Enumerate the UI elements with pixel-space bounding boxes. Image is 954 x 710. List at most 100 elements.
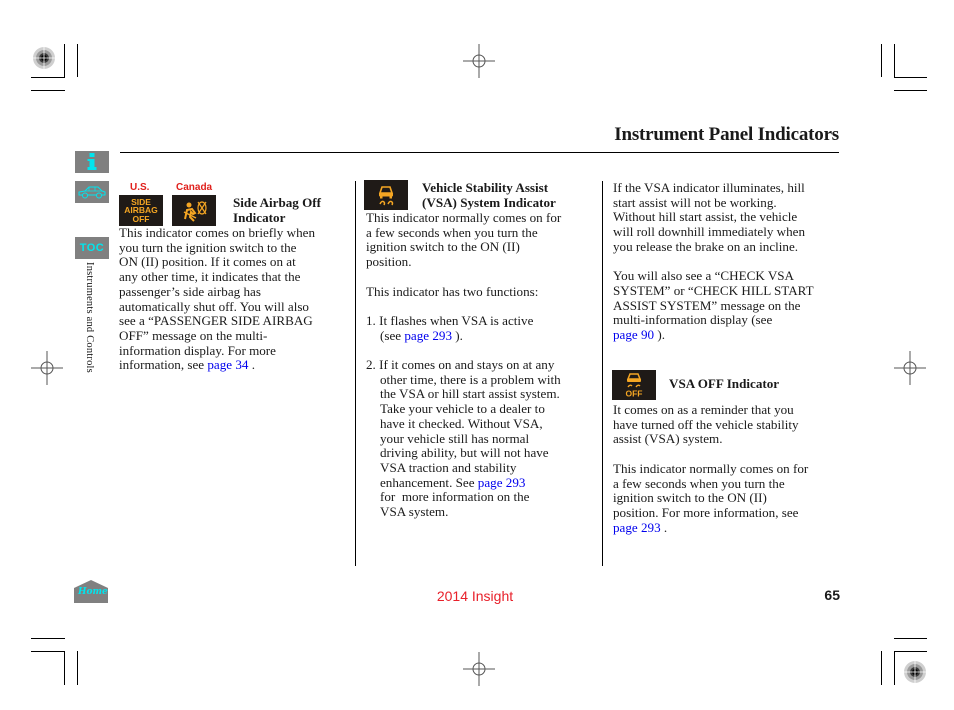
crop-line xyxy=(64,44,65,78)
body-line: This indicator normally comes on for xyxy=(366,210,562,225)
list-item-line: Take your vehicle to a dealer to xyxy=(380,401,545,417)
crop-line xyxy=(77,44,78,77)
list-item-line: have it checked. Without VSA, xyxy=(380,415,543,431)
section-label: Instruments and Controls xyxy=(84,262,95,373)
list-item-line: for more information on the xyxy=(380,489,530,505)
crop-line xyxy=(894,638,927,639)
vsa-off-indicator: OFF xyxy=(612,370,656,400)
heading-line: Side Airbag Off xyxy=(233,195,322,210)
heading-line: Vehicle Stability Assist xyxy=(422,180,549,195)
crop-line xyxy=(77,651,78,685)
side-airbag-off-indicator-us: SIDE AIRBAG OFF xyxy=(119,195,163,226)
vsa-off-text: OFF xyxy=(626,389,643,399)
body-line: information, see page 34 . xyxy=(119,357,354,373)
body-line: This indicator comes on briefly when xyxy=(119,225,315,240)
body-line: you turn the ignition switch to the xyxy=(119,239,297,255)
page-34-link[interactable]: page 34 xyxy=(207,357,248,372)
page-90-link[interactable]: page 90 xyxy=(613,327,654,342)
crop-line xyxy=(894,651,895,685)
car-icon xyxy=(78,186,106,199)
list-item-line: VSA traction and stability xyxy=(380,459,517,475)
list-item-line: the VSA or hill start assist system. xyxy=(380,386,560,402)
page-293-link[interactable]: page 293 xyxy=(613,520,661,535)
body-line: This indicator normally comes on for xyxy=(613,460,809,476)
crop-line xyxy=(894,44,895,78)
body-line: passenger’s side airbag has xyxy=(119,283,261,299)
home-button[interactable]: Home xyxy=(74,580,108,603)
body-line: SYSTEM” or “CHECK HILL START xyxy=(613,282,814,298)
vsa-off-icon: OFF xyxy=(626,373,643,399)
list-item-line: 1. It flashes when VSA is active xyxy=(366,312,534,328)
list-item-line: (see page 293 ). xyxy=(366,327,598,344)
registration-target-icon xyxy=(33,47,55,69)
side-airbag-off-heading: Side Airbag Off Indicator xyxy=(233,195,353,225)
vsa-skid-icon xyxy=(378,186,394,206)
page-293-link[interactable]: page 293 xyxy=(478,475,526,490)
body-line: assist (VSA) system. xyxy=(613,431,723,447)
body-line: Without hill start assist, the vehicle xyxy=(613,209,798,225)
body-line: position. For more information, see xyxy=(613,504,799,520)
body-text: . xyxy=(660,519,668,535)
body-line: page 90 ). xyxy=(613,327,845,343)
body-text: (see xyxy=(380,327,405,343)
toc-button[interactable]: TOC xyxy=(75,237,109,259)
footer-model-name: 2014 Insight xyxy=(436,588,514,604)
body-line: will roll downhill immediately when xyxy=(613,224,806,240)
column-divider xyxy=(355,181,356,566)
crosshair-mark-icon xyxy=(31,351,63,385)
crop-line xyxy=(881,651,882,685)
body-line: have turned off the vehicle stability xyxy=(613,416,799,432)
crosshair-mark-icon xyxy=(894,351,926,385)
body-line: ASSIST SYSTEM” message on the xyxy=(613,297,801,313)
toc-label: TOC xyxy=(79,242,105,254)
body-line: you release the brake on an incline. xyxy=(613,238,799,254)
vehicle-controls-button[interactable] xyxy=(75,181,109,203)
body-line: If the VSA indicator illuminates, hill xyxy=(613,180,805,195)
side-airbag-off-indicator-canada xyxy=(172,195,216,226)
body-line: position. xyxy=(366,254,412,270)
vsa-off-heading: VSA OFF Indicator xyxy=(669,376,780,391)
page-293-link[interactable]: page 293 xyxy=(404,328,452,343)
heading-line: Indicator xyxy=(233,209,286,225)
title-divider xyxy=(120,152,839,153)
side-airbag-off-body: This indicator comes on briefly when you… xyxy=(119,225,354,373)
info-icon xyxy=(87,153,97,170)
body-line: information display. For more xyxy=(119,342,276,358)
list-item-line: enhancement. See page 293 xyxy=(366,474,598,491)
body-text: enhancement. See xyxy=(380,474,478,490)
home-label: Home xyxy=(78,587,108,597)
heading-line: (VSA) System Indicator xyxy=(422,194,556,210)
page-title: Instrument Panel Indicators xyxy=(614,124,839,145)
body-line: This indicator has two functions: xyxy=(366,283,539,299)
body-line: ignition switch to the ON (II) xyxy=(613,490,767,506)
body-line: ON (II) position. If it comes on at xyxy=(119,254,296,270)
hill-start-assist-body: If the VSA indicator illuminates, hill s… xyxy=(613,180,845,343)
vsa-system-indicator xyxy=(364,180,408,210)
region-label-canada: Canada xyxy=(176,182,213,193)
body-line: OFF” message on the multi- xyxy=(119,327,268,343)
crop-line xyxy=(894,90,927,91)
list-item-line: other time, there is a problem with xyxy=(380,371,561,387)
crop-line xyxy=(31,638,65,639)
body-line: a few seconds when you turn the xyxy=(613,475,785,491)
crosshair-mark-icon xyxy=(463,44,495,78)
info-button[interactable] xyxy=(75,151,109,173)
list-item-line: driving ability, but will not have xyxy=(380,445,549,461)
body-line: any other time, it indicates that the xyxy=(119,269,301,285)
body-text: ). xyxy=(654,327,666,343)
vsa-system-heading: Vehicle Stability Assist (VSA) System In… xyxy=(422,180,597,210)
column-divider xyxy=(602,181,603,566)
registration-target-icon xyxy=(904,661,926,683)
body-line: start assist will not be working. xyxy=(613,194,777,210)
body-line: multi-information display (see xyxy=(613,312,773,328)
crop-line xyxy=(881,44,882,77)
crop-line xyxy=(31,651,65,652)
body-text: . xyxy=(248,357,255,373)
region-label-us: U.S. xyxy=(130,182,150,193)
page-number: 65 xyxy=(824,587,840,603)
crosshair-mark-icon xyxy=(463,652,495,686)
list-item-line: VSA system. xyxy=(380,504,449,520)
